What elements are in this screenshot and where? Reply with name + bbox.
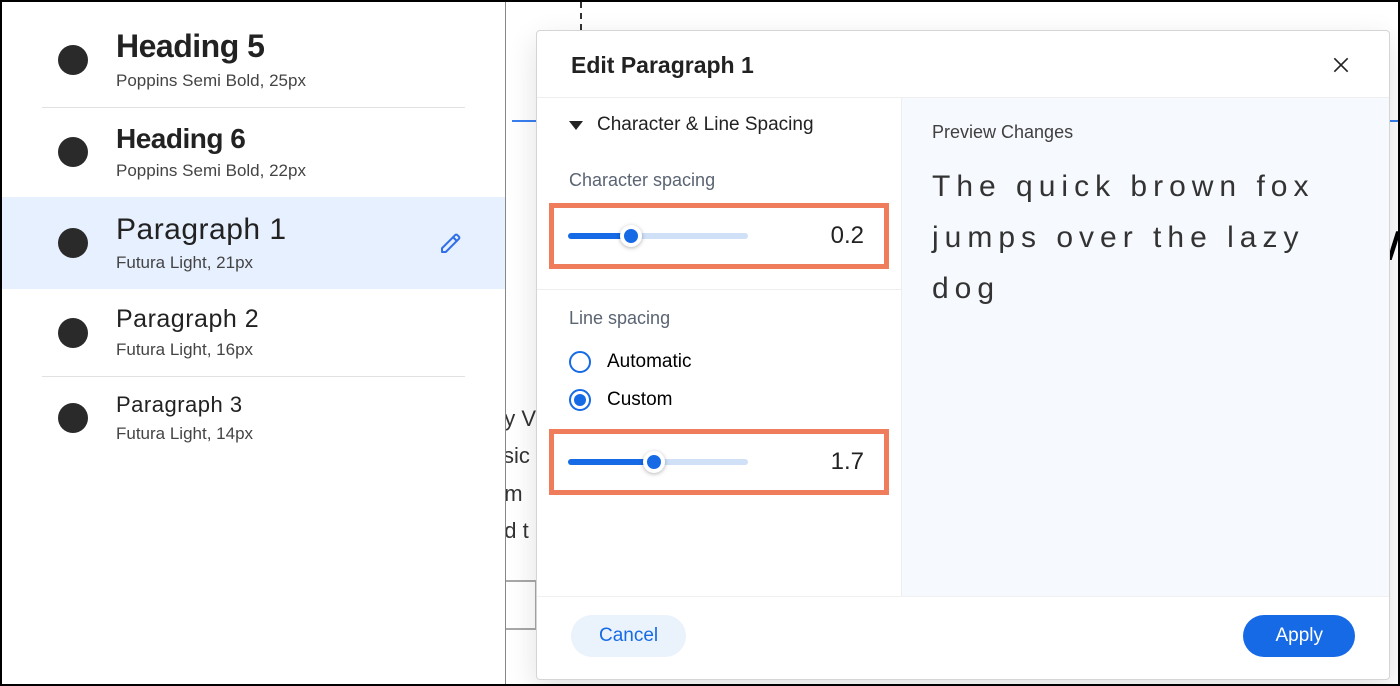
slider-thumb[interactable]: [643, 451, 665, 473]
radio-label: Automatic: [607, 351, 691, 373]
preview-text: The quick brown fox jumps over the lazy …: [932, 161, 1359, 314]
close-button[interactable]: [1327, 51, 1355, 79]
style-name: Heading 6: [116, 123, 465, 155]
char-spacing-value: 0.2: [831, 222, 864, 250]
style-meta: Poppins Semi Bold, 22px: [116, 161, 465, 181]
close-icon: [1331, 55, 1351, 75]
style-meta: Futura Light, 16px: [116, 340, 465, 360]
radio-custom[interactable]: Custom: [569, 381, 869, 419]
char-spacing-row: 0.2: [549, 203, 889, 269]
style-name: Paragraph 1: [116, 213, 437, 247]
style-name: Heading 5: [116, 28, 465, 65]
section-toggle[interactable]: Character & Line Spacing: [537, 98, 901, 152]
line-spacing-row: 1.7: [549, 429, 889, 495]
style-item-paragraph-2[interactable]: Paragraph 2 Futura Light, 16px: [2, 289, 505, 376]
section-title: Character & Line Spacing: [597, 114, 814, 136]
radio-automatic[interactable]: Automatic: [569, 343, 869, 381]
pencil-icon: [439, 231, 463, 255]
color-swatch: [58, 403, 88, 433]
color-swatch: [58, 228, 88, 258]
line-spacing-slider[interactable]: [568, 452, 748, 472]
cancel-button[interactable]: Cancel: [571, 615, 686, 657]
style-item-paragraph-1[interactable]: Paragraph 1 Futura Light, 21px: [2, 197, 505, 289]
style-item-heading-6[interactable]: Heading 6 Poppins Semi Bold, 22px: [2, 107, 505, 197]
edit-style-dialog: Edit Paragraph 1 Character & Line Spacin…: [536, 30, 1390, 680]
dialog-header: Edit Paragraph 1: [537, 31, 1389, 97]
line-spacing-mode: Automatic Custom: [537, 337, 901, 425]
style-item-paragraph-3[interactable]: Paragraph 3 Futura Light, 14px: [2, 376, 505, 460]
edit-style-button[interactable]: [437, 229, 465, 257]
color-swatch: [58, 318, 88, 348]
style-name: Paragraph 3: [116, 392, 465, 418]
text-styles-panel: Heading 5Poppins Semi Bold, 25pxHeading …: [2, 2, 506, 684]
radio-label: Custom: [607, 389, 672, 411]
char-spacing-label: Character spacing: [537, 152, 901, 199]
color-swatch: [58, 137, 88, 167]
dialog-controls: Character & Line Spacing Character spaci…: [537, 98, 902, 596]
line-spacing-value: 1.7: [831, 448, 864, 476]
chevron-down-icon: [569, 121, 583, 130]
dialog-footer: Cancel Apply: [537, 596, 1389, 679]
style-name: Paragraph 2: [116, 305, 465, 334]
char-spacing-slider[interactable]: [568, 226, 748, 246]
style-meta: Futura Light, 14px: [116, 424, 465, 444]
style-meta: Poppins Semi Bold, 25px: [116, 71, 465, 91]
style-item-heading-5[interactable]: Heading 5 Poppins Semi Bold, 25px: [2, 12, 505, 107]
preview-label: Preview Changes: [932, 122, 1359, 143]
preview-pane: Preview Changes The quick brown fox jump…: [902, 98, 1389, 596]
color-swatch: [58, 45, 88, 75]
apply-button[interactable]: Apply: [1243, 615, 1355, 657]
slider-thumb[interactable]: [620, 225, 642, 247]
style-meta: Futura Light, 21px: [116, 253, 437, 273]
dialog-title: Edit Paragraph 1: [571, 52, 754, 79]
line-spacing-label: Line spacing: [537, 290, 901, 337]
